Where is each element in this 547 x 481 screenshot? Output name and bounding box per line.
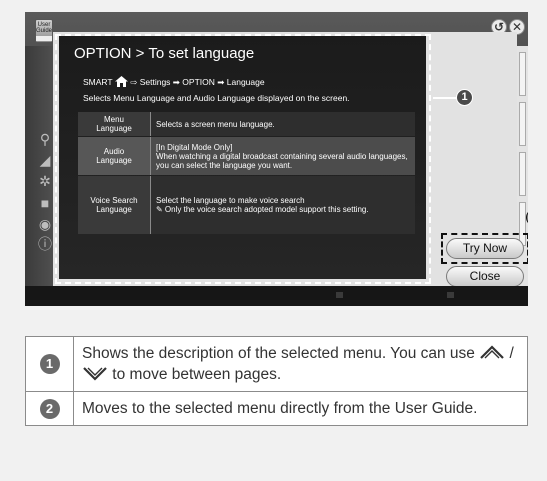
user-guide-badge[interactable]: User Guide xyxy=(35,19,53,43)
row-text: Select the language to make voice search… xyxy=(151,176,415,234)
legend-text-part: Shows the description of the selected me… xyxy=(82,345,480,362)
bottom-indicator xyxy=(336,292,343,298)
legend-text-part: to move between pages. xyxy=(108,366,282,383)
screen-icon[interactable]: ■ xyxy=(37,196,53,211)
path-settings: Settings xyxy=(139,77,171,87)
table-row: 1 Shows the description of the selected … xyxy=(25,336,528,392)
row-label: Audio Language xyxy=(78,137,151,175)
chevron-down-icon xyxy=(83,367,107,381)
setting-icon[interactable]: ✲ xyxy=(37,174,53,189)
path-arrow: ➡ xyxy=(172,77,180,87)
path-language: Language xyxy=(226,77,265,87)
option-table: Menu Language Selects a screen menu lang… xyxy=(78,111,415,235)
path-smart: SMART xyxy=(83,77,113,87)
legend-number: 1 xyxy=(39,354,60,374)
user-guide-dialog: OPTION > To set language SMART ⇨ Setting… xyxy=(53,32,528,287)
bottom-indicator xyxy=(447,292,454,298)
badge-line2: Guide xyxy=(36,28,53,34)
table-row: Voice Search Language Select the languag… xyxy=(78,176,415,234)
legend-text: Shows the description of the selected me… xyxy=(73,336,528,392)
table-row: Menu Language Selects a screen menu lang… xyxy=(78,112,415,136)
right-strip-segment xyxy=(519,102,526,146)
tv-screenshot: User Guide ⚲ ◢ ✲ ■ ◉ ⓘ ↺ ✕ OPTION > To s… xyxy=(25,12,528,306)
callout-leader-1 xyxy=(433,97,458,99)
chevron-up-icon xyxy=(480,345,505,359)
description-panel: OPTION > To set language SMART ⇨ Setting… xyxy=(59,36,426,279)
callout-1: 1 xyxy=(456,89,473,106)
table-row: Audio Language [In Digital Mode Only] Wh… xyxy=(78,137,415,175)
legend-text: Moves to the selected menu directly from… xyxy=(73,391,528,426)
menu-path: SMART ⇨ Settings ➡ OPTION ➡ Language xyxy=(83,76,265,88)
row-label: Voice Search Language xyxy=(78,176,151,234)
page-description: Selects Menu Language and Audio Language… xyxy=(83,93,350,103)
right-strip-segment xyxy=(519,52,526,96)
badge-tab xyxy=(36,36,52,41)
picture-icon[interactable]: ◢ xyxy=(37,153,53,168)
path-arrow: ➡ xyxy=(217,77,225,87)
legend-separator: / xyxy=(505,345,514,362)
path-arrow-hollow: ⇨ xyxy=(130,77,138,87)
search-icon[interactable]: ⚲ xyxy=(37,132,53,147)
device-icon[interactable]: ◉ xyxy=(37,217,53,232)
legend-number: 2 xyxy=(39,398,60,419)
try-now-highlight-frame xyxy=(441,233,528,264)
page-title: OPTION > To set language xyxy=(74,45,255,62)
legend-number-cell: 2 xyxy=(25,391,74,426)
info-icon[interactable]: ⓘ xyxy=(37,237,53,252)
right-strip-segment xyxy=(519,152,526,196)
path-option: OPTION xyxy=(182,77,215,87)
table-row: 2 Moves to the selected menu directly fr… xyxy=(25,391,528,426)
home-icon xyxy=(114,76,128,87)
row-label: Menu Language xyxy=(78,112,151,136)
row-text: [In Digital Mode Only] When watching a d… xyxy=(151,137,415,175)
close-button[interactable]: Close xyxy=(446,266,524,287)
legend-number-cell: 1 xyxy=(25,336,74,392)
row-text: Selects a screen menu language. xyxy=(151,112,415,136)
legend-table: 1 Shows the description of the selected … xyxy=(25,336,528,426)
screen-bottom-bar xyxy=(25,286,528,306)
